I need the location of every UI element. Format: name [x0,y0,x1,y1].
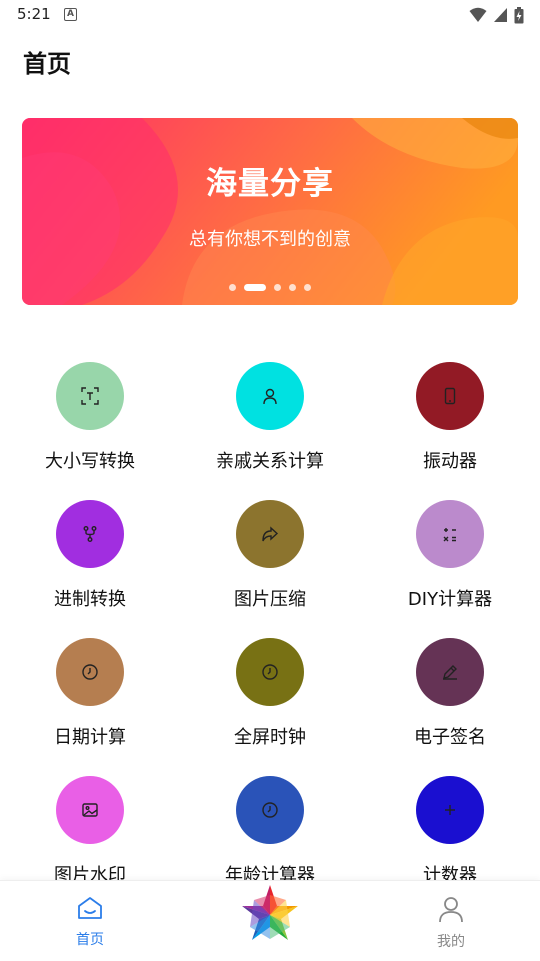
tool-base-convert[interactable]: 进制转换 [0,500,180,611]
banner-title: 海量分享 [206,166,334,202]
status-icons [469,6,524,24]
plus-icon [445,805,455,815]
carousel-dot[interactable] [289,284,296,291]
tool-icon-circle[interactable] [236,500,304,568]
tool-icon-circle[interactable] [416,638,484,706]
signal-icon [494,8,507,22]
tool-image-compress[interactable]: 图片压缩 [180,500,360,611]
bottom-nav: 首页 我的 [0,880,540,961]
tool-icon-circle[interactable] [56,362,124,430]
tool-icon-circle[interactable] [236,362,304,430]
tool-icon-circle[interactable] [416,776,484,844]
tool-label: 大小写转换 [45,451,135,472]
text-scan-icon [81,387,99,405]
carousel-indicator [0,284,540,291]
tool-image-watermark[interactable]: 图片水印 [0,776,180,887]
nav-mine[interactable]: 我的 [411,895,491,951]
share-arrow-icon [262,526,279,542]
carousel-dot[interactable] [304,284,311,291]
tool-icon-circle[interactable] [56,638,124,706]
tool-label: 电子签名 [414,727,486,748]
tool-label: 振动器 [423,451,477,472]
tool-icon-circle[interactable] [416,500,484,568]
home-icon [78,897,102,919]
tool-vibrator[interactable]: 振动器 [360,362,540,473]
status-bar: 5:21 A [0,0,540,30]
tool-label: 亲戚关系计算 [216,451,324,472]
user-icon [439,897,463,923]
tool-icon-circle[interactable] [416,362,484,430]
tool-label: 进制转换 [54,589,126,610]
nav-home-label: 首页 [76,932,104,948]
notification-icon: A [64,8,77,21]
status-time: 5:21 [17,5,51,23]
person-icon [263,388,277,405]
tool-counter[interactable]: 计数器 [360,776,540,887]
tool-label: 全屏时钟 [234,727,306,748]
nav-mine-label: 我的 [437,934,465,950]
tool-relative-calc[interactable]: 亲戚关系计算 [180,362,360,473]
image-icon [82,803,98,817]
tool-label: DIY计算器 [407,589,493,610]
carousel-dot[interactable] [274,284,281,291]
pen-icon [443,665,457,680]
nav-home[interactable]: 首页 [50,895,130,949]
clock-icon [82,664,98,680]
app-logo-button[interactable] [238,883,302,947]
phone-icon [444,387,456,405]
tool-fullscreen-clock[interactable]: 全屏时钟 [180,638,360,749]
banner-background [22,118,518,305]
star-logo-icon [242,885,298,940]
banner-carousel[interactable] [22,118,518,305]
tool-icon-circle[interactable] [56,776,124,844]
tool-date-calc[interactable]: 日期计算 [0,638,180,749]
tool-label: 日期计算 [54,727,126,748]
banner-subtitle: 总有你想不到的创意 [189,229,351,250]
calculator-icon [443,528,456,542]
tool-icon-circle[interactable] [236,776,304,844]
clock-icon [262,802,278,818]
carousel-dot[interactable] [229,284,236,291]
clock-icon [262,664,278,680]
wifi-icon [469,7,487,22]
tool-icon-circle[interactable] [236,638,304,706]
tool-icon-circle[interactable] [56,500,124,568]
tool-label: 图片压缩 [234,589,306,610]
tool-age-calc[interactable]: 年龄计算器 [180,776,360,887]
fork-icon [83,526,97,542]
carousel-dot-active[interactable] [244,284,266,291]
tool-diy-calculator[interactable]: DIY计算器 [360,500,540,611]
tool-e-signature[interactable]: 电子签名 [360,638,540,749]
battery-icon [514,6,524,23]
tool-case-convert[interactable]: 大小写转换 [0,362,180,473]
page-title: 首页 [23,50,71,78]
